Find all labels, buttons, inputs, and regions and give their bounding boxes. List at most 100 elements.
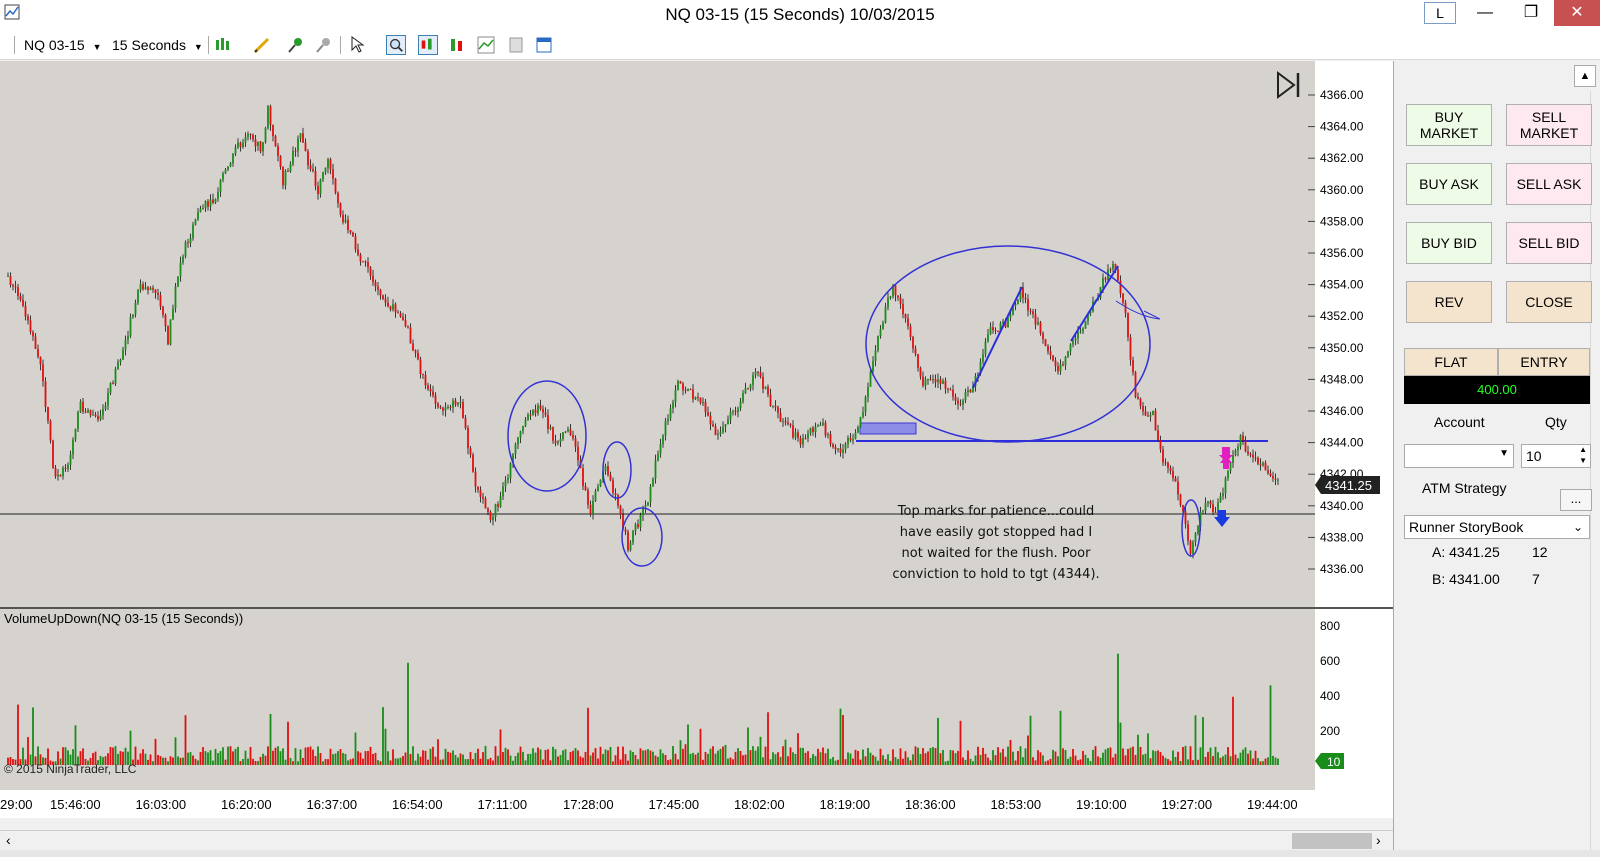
volume-bar [922,748,924,765]
sell-arrow-icon[interactable] [1219,447,1233,462]
instrument-selector[interactable]: NQ 03-15 ▼ [24,35,102,55]
volume-bar [189,752,192,765]
quantity-stepper[interactable]: 10 ▲ ▼ [1521,444,1591,468]
sell-bid-button[interactable]: SELL BID [1506,222,1592,264]
volume-bar [337,751,339,765]
volume-bar [392,749,394,765]
candle-body [1137,396,1139,399]
cursor-icon[interactable] [348,35,368,55]
volume-bar [632,752,634,765]
volume-bar [929,748,932,765]
link-button[interactable]: L [1424,2,1456,24]
minimize-button[interactable]: — [1462,0,1508,26]
horizontal-scrollbar[interactable]: ‹ › [0,830,1393,850]
volume-bar [682,748,684,765]
candle-body [1192,541,1194,555]
candle-body [124,339,127,350]
candle-body [554,440,557,444]
data-box-icon[interactable] [506,35,526,55]
candle-body [37,348,39,357]
stepper-up-icon[interactable]: ▲ [1579,445,1587,454]
candle-body [344,219,347,223]
scroll-right-icon[interactable]: › [1376,832,1381,848]
buy-bid-button[interactable]: BUY BID [1406,222,1492,264]
buy-ask-button[interactable]: BUY ASK [1406,163,1492,205]
volume-bar [774,754,777,765]
chart-annotation[interactable]: Top marks for patience...could have easi… [876,501,1116,585]
volume-bar [1209,747,1212,765]
trend-line[interactable] [972,286,1023,389]
toolbar-separator [14,36,15,54]
bars-icon[interactable] [448,35,468,55]
candle-body [884,307,887,323]
candle-body [734,411,737,413]
volume-bar [1069,756,1072,765]
collapse-up-icon[interactable]: ▲ [1574,65,1596,87]
atm-strategy-more-button[interactable]: ... [1560,489,1592,511]
candle-body [167,325,169,345]
candle-body [1154,410,1157,431]
volume-bar [647,749,649,765]
candle-body [462,401,464,418]
close-button[interactable]: ✕ [1554,0,1600,26]
scroll-thumb[interactable] [1292,833,1372,849]
draw-pencil-icon[interactable] [252,35,272,55]
volume-bar [569,752,572,765]
candle-body [839,448,842,453]
candle-body [29,320,32,332]
ask-price-label: A: 4341.25 [1432,544,1500,560]
volume-bar [862,749,864,765]
maximize-button[interactable]: ❐ [1508,0,1554,26]
candle-body [507,477,509,481]
time-tick-label: 15:46:00 [50,797,101,812]
candle-body [527,414,529,420]
candle-body [19,296,22,300]
volume-bar [1232,696,1234,765]
buy-market-button[interactable]: BUY MARKET [1406,104,1492,146]
price-tick-label: 4364.00 [1320,120,1364,134]
sell-market-button[interactable]: SELL MARKET [1506,104,1592,146]
atm-strategy-select[interactable]: Runner StoryBook ⌄ [1404,515,1590,539]
volume-bar [664,754,667,765]
volume-bar [769,759,772,765]
candle-body [219,179,222,193]
candle-body [817,425,819,427]
volume-bar [567,760,569,765]
replay-icon[interactable] [1277,71,1300,99]
properties-icon[interactable] [534,35,554,55]
volume-bar [454,754,457,765]
candle-body [824,422,827,436]
interval-selector[interactable]: 15 Seconds ▼ [112,35,203,55]
trend-line[interactable] [1070,265,1119,342]
candles-icon[interactable] [418,35,438,55]
line-chart-icon[interactable] [476,35,496,55]
volume-bar [202,747,204,765]
volume-bar [372,753,374,765]
panel-divider [1590,91,1591,851]
bar-type-icon[interactable] [214,35,234,55]
sell-ask-button[interactable]: SELL ASK [1506,163,1592,205]
scroll-left-icon[interactable]: ‹ [6,832,11,848]
candle-body [317,186,319,195]
zoom-icon[interactable] [386,35,406,55]
volume-bar [842,715,844,765]
stepper-down-icon[interactable]: ▼ [1579,456,1587,465]
candle-body [807,433,809,439]
candle-body [629,542,632,551]
account-select[interactable]: ▼ [1404,444,1514,468]
candle-body [517,437,519,445]
candle-body [347,219,349,230]
close-position-button[interactable]: CLOSE [1506,281,1592,323]
volume-bar [1152,750,1154,765]
candle-body [794,432,797,438]
candle-body [969,389,972,393]
pin-gray-icon[interactable] [314,35,334,55]
pin-icon[interactable] [286,35,306,55]
candle-body [519,431,522,438]
entry-zone-box[interactable] [859,422,917,435]
reverse-button[interactable]: REV [1406,281,1492,323]
volume-bar [514,756,517,765]
toolbar-separator [208,36,209,54]
candle-body [1274,478,1277,480]
candle-body [424,374,427,386]
